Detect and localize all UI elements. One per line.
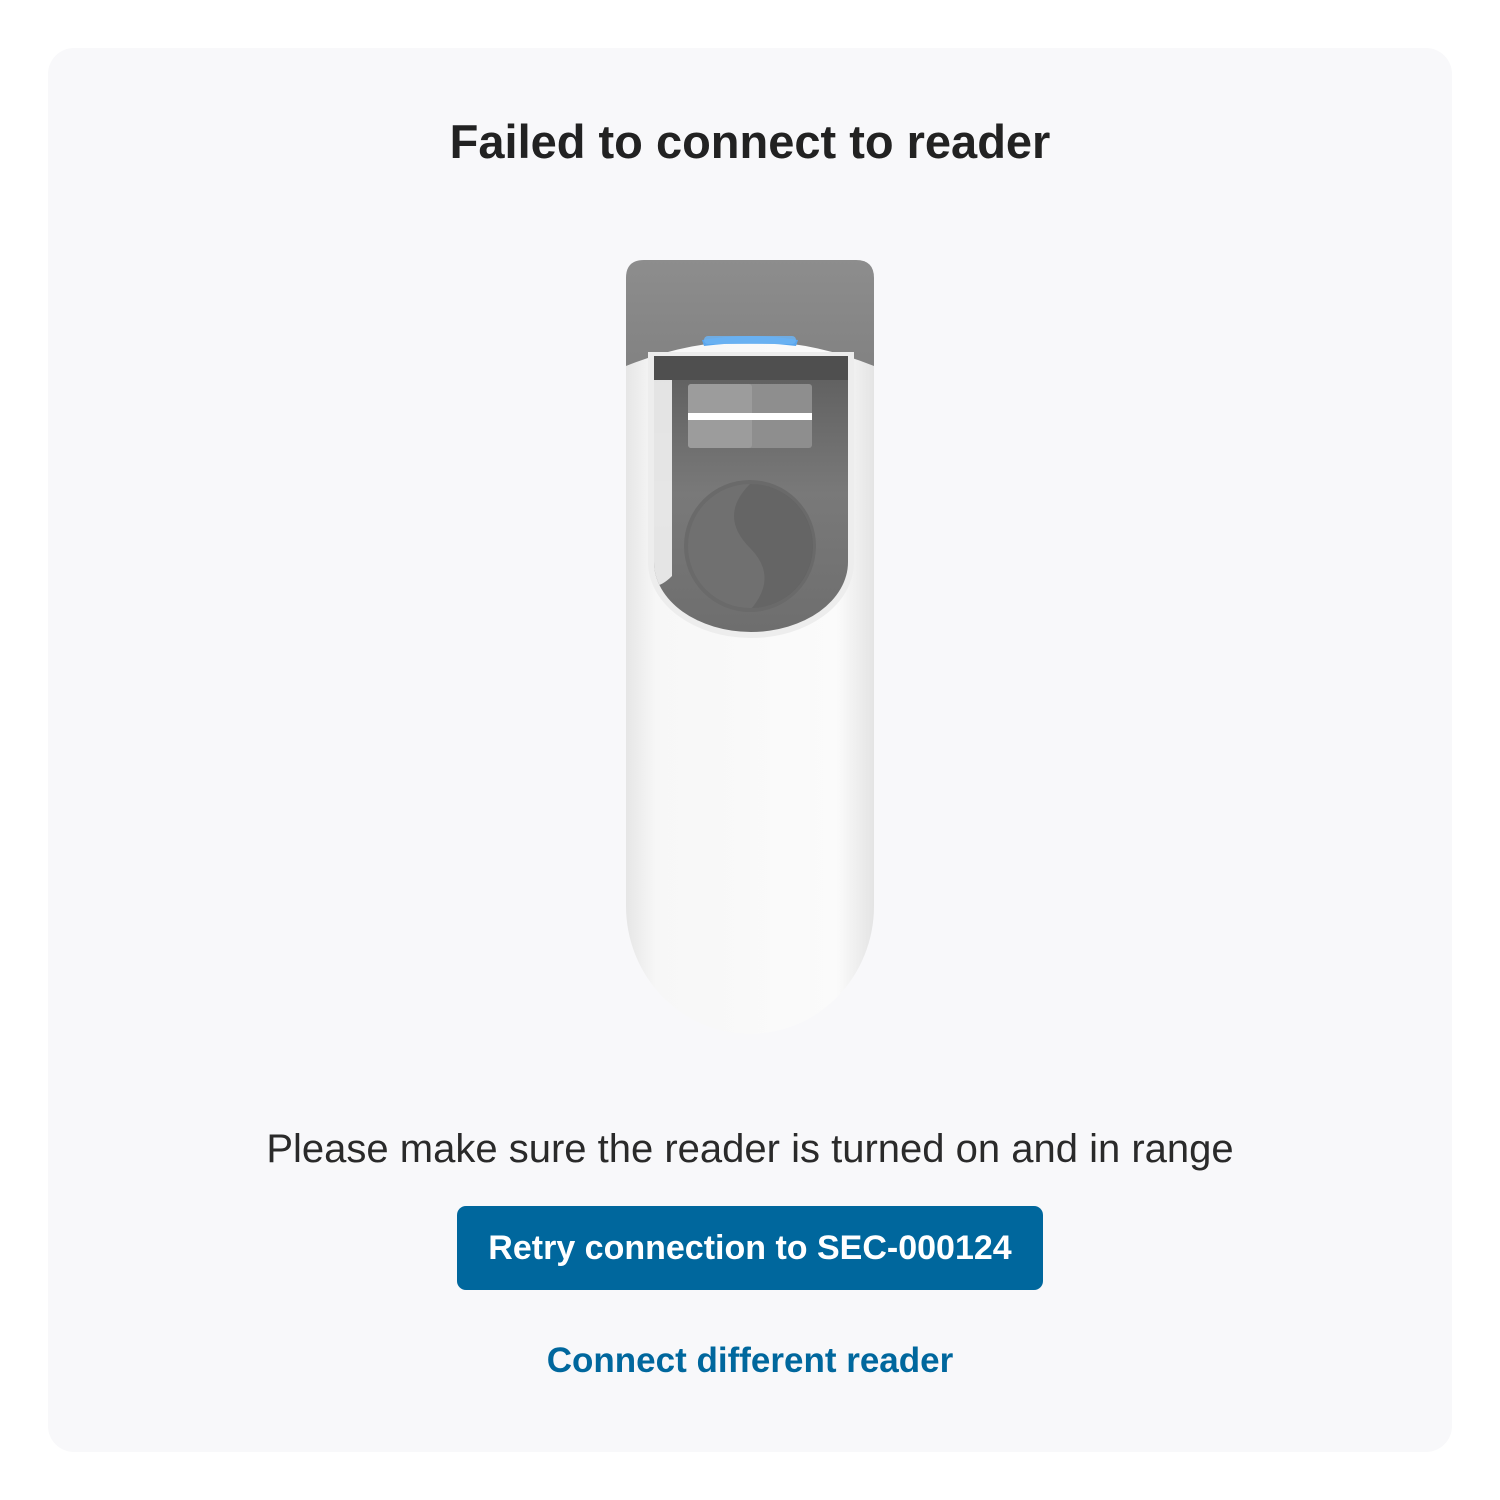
connection-hint: Please make sure the reader is turned on… [266, 1127, 1234, 1171]
card-reader-icon [620, 256, 880, 1040]
retry-connection-button[interactable]: Retry connection to SEC-000124 [457, 1206, 1043, 1290]
dialog-title: Failed to connect to reader [449, 115, 1051, 168]
connect-different-reader-link[interactable]: Connect different reader [0, 1336, 1500, 1386]
